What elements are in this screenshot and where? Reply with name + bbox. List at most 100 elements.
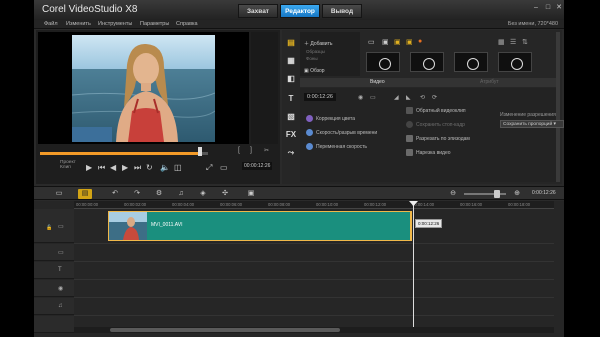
reverse-video-row[interactable]: Обратный видеоклип (406, 107, 466, 114)
library-scrollbar[interactable] (556, 32, 560, 182)
repeat-icon[interactable]: ↻ (146, 163, 153, 172)
add-folder-button[interactable]: ＋ Добавить (304, 40, 333, 47)
ruler-label: 00:00:16:00 (460, 202, 483, 207)
resample-select[interactable]: Сохранить пропорций ▾ (500, 120, 564, 128)
sound-mixer-icon[interactable]: ♫ (174, 189, 188, 199)
voice-track-icon[interactable]: ◉ (58, 285, 63, 292)
split-by-scene-row[interactable]: Разрезать по эпизодам (406, 135, 470, 142)
track-header-footer (34, 316, 74, 333)
play-icon[interactable]: ▶ (86, 163, 92, 172)
menu-edit[interactable]: Изменить (66, 21, 91, 27)
next-frame-icon[interactable]: ▶ (122, 163, 128, 172)
transition-icon[interactable]: ◧ (284, 74, 298, 86)
scrubber[interactable] (40, 152, 208, 155)
timeline-timecode[interactable]: 0:00:12:26 (532, 190, 556, 196)
timeline-view-icon[interactable]: ▤ (78, 189, 92, 199)
split-scene-icon (406, 135, 413, 142)
tab-edit[interactable]: Редактор (280, 4, 320, 18)
menu-tools[interactable]: Инструменты (98, 21, 132, 27)
filter-icon[interactable]: FX (284, 130, 298, 142)
undo-icon[interactable]: ↶ (108, 189, 122, 199)
library-thumbnail[interactable] (410, 52, 444, 72)
video-track-icon[interactable]: ▭ (58, 223, 64, 230)
record-icon[interactable]: ● (418, 38, 422, 45)
tab-attribute[interactable]: Атрибут (480, 79, 499, 85)
volume-icon[interactable]: 🔈 (160, 163, 170, 172)
clip-duration[interactable]: 0:00:12:26 (304, 93, 336, 101)
library-thumbnail[interactable] (454, 52, 488, 72)
project-clip-toggle[interactable]: Проект Клип (60, 160, 76, 170)
zoom-in-icon[interactable]: ⊕ (510, 189, 524, 199)
motion-tracking-icon[interactable]: ✣ (218, 189, 232, 199)
close-button[interactable]: ✕ (553, 3, 564, 13)
resample-label: Изменение разрешения (500, 112, 556, 118)
overlay-track-icon[interactable]: ▭ (58, 249, 64, 256)
graphic-icon[interactable]: ▧ (284, 112, 298, 124)
title-icon[interactable]: T (284, 94, 298, 106)
hd-icon[interactable]: ◫ (174, 163, 182, 172)
multi-trim-row[interactable]: Нарезка видео (406, 149, 451, 156)
browse-label: Обзор (310, 68, 325, 74)
home-icon[interactable]: ⏮ (98, 163, 105, 173)
tab-capture[interactable]: Захват (238, 4, 278, 18)
timeline-scrollbar-thumb[interactable] (110, 328, 340, 332)
path-icon[interactable]: ⤳ (284, 148, 298, 160)
mark-out-button[interactable]: ] (250, 147, 252, 154)
videostudio-window: Corel VideoStudio X8 Захват Редактор Выв… (34, 0, 564, 337)
menu-settings[interactable]: Параметры (140, 21, 169, 27)
rotate-left-icon[interactable]: ⟲ (420, 94, 425, 101)
tab-share[interactable]: Вывод (322, 4, 362, 18)
volume-icon[interactable]: ◉ (358, 94, 363, 101)
time-ruler[interactable]: 00:00:00:00 00:00:02:00 00:00:04:00 00:00:0… (74, 201, 554, 209)
tab-video[interactable]: Видео (370, 79, 385, 85)
video-filter-icon[interactable]: ▣ (382, 38, 389, 46)
split-icon[interactable]: ✂ (264, 147, 269, 154)
timeline-toolbar: ▭ ▤ ↶ ↷ ⚙ ♫ ◈ ✣ ▣ ⊖ ⊕ 0:00:12:26 (34, 186, 564, 200)
player-timecode[interactable]: 00:00:12:26 (242, 162, 273, 170)
ruler-label: 00:00:02:00 (124, 202, 147, 207)
fade-in-icon[interactable]: ◢ (394, 94, 399, 101)
subtitle-icon[interactable]: ▣ (244, 189, 258, 199)
library-thumbnail[interactable] (498, 52, 532, 72)
speed-time-row[interactable]: Скорость/разрыв времени (306, 129, 377, 136)
storyboard-view-icon[interactable]: ▭ (52, 189, 66, 199)
volume-field[interactable]: ▭ (370, 94, 376, 101)
lock-icon[interactable]: 🔓 (46, 225, 52, 231)
thumb-view-icon[interactable]: ▦ (498, 38, 505, 46)
video-clip[interactable]: MVI_0011.AVI (108, 211, 412, 241)
auto-music-icon[interactable]: ◈ (196, 189, 210, 199)
enlarge-icon[interactable]: ⤢ (206, 163, 212, 173)
prev-frame-icon[interactable]: ◀ (110, 163, 116, 172)
tree-item-backgrounds[interactable]: Фоны (306, 56, 318, 61)
zoom-out-icon[interactable]: ⊖ (446, 189, 460, 199)
title-bar: Corel VideoStudio X8 Захват Редактор Выв… (34, 0, 564, 20)
title-track-icon[interactable]: T (58, 267, 62, 273)
record-capture-icon[interactable]: ⚙ (152, 189, 166, 199)
tree-item-samples[interactable]: Образцы (306, 49, 325, 54)
browse-button[interactable]: ▣ Обзор (304, 68, 325, 74)
music-track-icon[interactable]: ♫ (58, 303, 63, 309)
variable-speed-row[interactable]: Переменная скорость (306, 143, 367, 150)
library-thumbnail[interactable] (366, 52, 400, 72)
mark-in-button[interactable]: [ (238, 147, 240, 154)
ruler-label: 00:00:12:00 (364, 202, 387, 207)
redo-icon[interactable]: ↷ (130, 189, 144, 199)
zoom-knob[interactable] (494, 190, 500, 198)
list-view-icon[interactable]: ☰ (510, 38, 516, 46)
minimize-button[interactable]: – (530, 3, 542, 13)
folder-icon[interactable]: ▭ (368, 38, 375, 46)
audio-filter-icon[interactable]: ▣ (406, 38, 413, 46)
rotate-right-icon[interactable]: ⟳ (432, 94, 437, 101)
menu-help[interactable]: Справка (176, 21, 198, 27)
photo-filter-icon[interactable]: ▣ (394, 38, 401, 46)
aspect-icon[interactable]: ▭ (220, 163, 228, 172)
end-icon[interactable]: ⏭ (134, 163, 141, 173)
sort-icon[interactable]: ⇅ (522, 38, 528, 46)
freeze-frame-row[interactable]: Сохранить стоп-кадр (406, 121, 465, 128)
media-icon[interactable]: ▤ (284, 38, 298, 50)
color-correction-row[interactable]: Коррекция цвета (306, 115, 355, 122)
fade-out-icon[interactable]: ◣ (406, 94, 411, 101)
scrubber-handle[interactable] (197, 147, 202, 156)
instant-project-icon[interactable]: ▦ (284, 56, 298, 68)
menu-file[interactable]: Файл (44, 21, 58, 27)
